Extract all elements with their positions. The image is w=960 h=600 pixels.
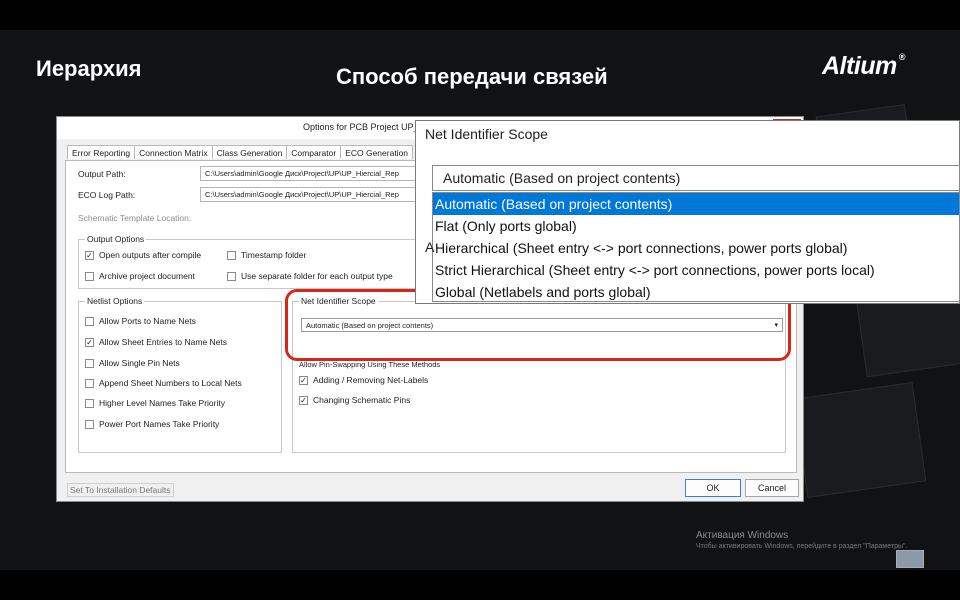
checkbox-empty-icon [85,358,94,368]
tab-eco-generation[interactable]: ECO Generation [340,145,414,159]
allow-sheet-entries-checkbox[interactable]: ✓ Allow Sheet Entries to Name Nets [85,337,227,347]
tab-connection-matrix[interactable]: Connection Matrix [134,145,213,159]
netlist-options-label: Netlist Options [85,296,145,306]
letterbox-bottom [0,570,960,600]
option-automatic[interactable]: Automatic (Based on project contents) [433,193,959,215]
background-chip-shape [793,382,927,498]
checkbox-checked-icon: ✓ [299,375,308,385]
checkbox-empty-icon [85,316,94,326]
checkbox-empty-icon [227,250,236,260]
slide-heading: Способ передачи связей [336,64,608,89]
ok-button[interactable]: OK [685,479,741,497]
power-port-names-checkbox[interactable]: Power Port Names Take Priority [85,419,219,429]
brand-name: Altium [822,52,897,80]
registered-mark: ® [898,52,906,62]
separate-folder-checkbox[interactable]: Use separate folder for each output type [227,271,393,281]
pin-swapping-label: Allow Pin-Swapping Using These Methods [299,360,441,369]
taskbar-thumbnail-icon [896,550,924,568]
checkbox-checked-icon: ✓ [299,395,308,405]
option-flat[interactable]: Flat (Only ports global) [433,215,959,237]
open-outputs-checkbox[interactable]: ✓ Open outputs after compile [85,250,201,260]
append-sheet-numbers-checkbox[interactable]: Append Sheet Numbers to Local Nets [85,378,242,388]
higher-level-names-checkbox[interactable]: Higher Level Names Take Priority [85,398,225,408]
checkbox-empty-icon [227,271,236,281]
dialog-title: Options for PCB Project UP_ [303,122,419,132]
eco-log-path-field[interactable]: C:\Users\admin\Google Диск\Project\UP\UP… [200,187,420,202]
option-global[interactable]: Global (Netlabels and ports global) [433,281,959,303]
adding-removing-net-labels-checkbox[interactable]: ✓ Adding / Removing Net-Labels [299,375,428,385]
option-strict-hierarchical[interactable]: Strict Hierarchical (Sheet entry <-> por… [433,259,959,281]
slide-section-title: Иерархия [36,56,142,81]
windows-activation-title: Активация Windows [696,530,789,541]
output-path-field[interactable]: C:\Users\admin\Google Диск\Project\UP\UP… [200,166,420,181]
cancel-button[interactable]: Cancel [745,479,799,497]
windows-activation-subtitle: Чтобы активировать Windows, перейдите в … [696,543,908,550]
output-options-label: Output Options [85,234,147,244]
checkbox-empty-icon [85,271,94,281]
zoom-net-identifier-select[interactable]: Automatic (Based on project contents) [432,165,960,191]
archive-project-checkbox[interactable]: Archive project document [85,271,195,281]
checkbox-checked-icon: ✓ [85,250,94,260]
dialog-tabs: Error Reporting Connection Matrix Class … [67,145,414,161]
checkbox-empty-icon [85,378,94,388]
allow-single-pin-checkbox[interactable]: Allow Single Pin Nets [85,358,180,368]
zoom-dropdown-list: Automatic (Based on project contents) Fl… [432,192,960,302]
output-options-group: Output Options ✓ Open outputs after compi… [78,234,418,289]
set-installation-defaults-button[interactable]: Set To Installation Defaults [67,483,174,497]
changing-schematic-pins-checkbox[interactable]: ✓ Changing Schematic Pins [299,395,410,405]
timestamp-folder-checkbox[interactable]: Timestamp folder [227,250,306,260]
tab-error-reporting[interactable]: Error Reporting [67,145,136,159]
eco-log-path-label: ECO Log Path: [78,190,136,200]
tab-comparator[interactable]: Comparator [286,145,342,159]
zoom-title: Net Identifier Scope [425,126,548,142]
altium-logo: Altium ® [822,52,905,81]
netlist-options-group: Netlist Options Allow Ports to Name Nets… [78,296,282,453]
allow-ports-checkbox[interactable]: Allow Ports to Name Nets [85,316,196,326]
output-path-label: Output Path: [78,169,126,179]
checkbox-empty-icon [85,419,94,429]
clipped-letter: A [425,239,435,255]
letterbox-top [0,0,960,30]
tab-class-generation[interactable]: Class Generation [211,145,288,159]
option-hierarchical[interactable]: Hierarchical (Sheet entry <-> port conne… [433,237,959,259]
checkbox-checked-icon: ✓ [85,337,94,347]
checkbox-empty-icon [85,398,94,408]
net-identifier-zoom-callout: Net Identifier Scope Automatic (Based on… [415,120,960,304]
schematic-template-label: Schematic Template Location: [78,213,192,223]
